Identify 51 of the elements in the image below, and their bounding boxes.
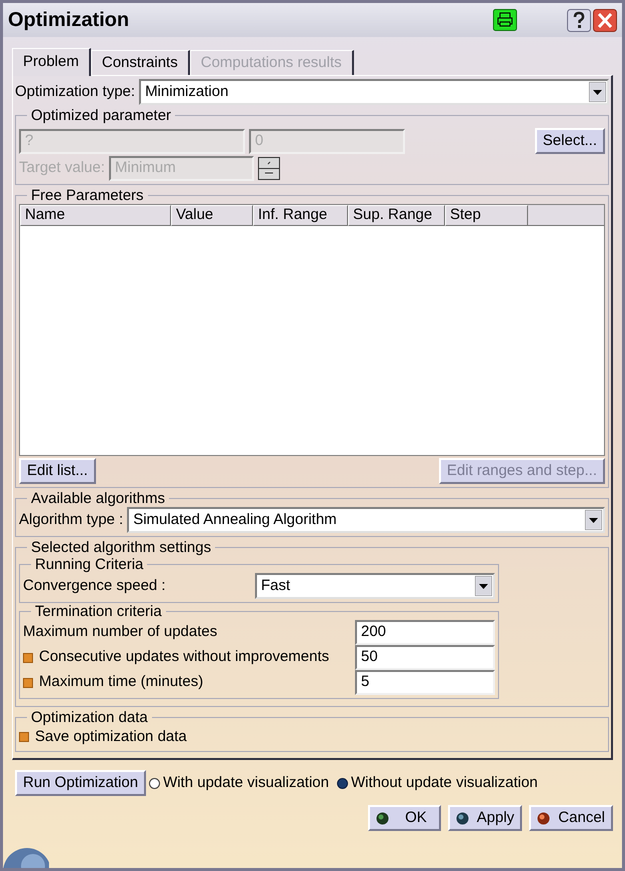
column-header[interactable]: Value — [171, 205, 253, 226]
column-header[interactable]: Sup. Range — [348, 205, 445, 226]
group-title: Available algorithms — [30, 490, 166, 507]
field-label: Convergence speed : — [23, 576, 167, 596]
dropdown-arrow-icon[interactable] — [589, 82, 606, 102]
printer-icon[interactable] — [493, 9, 517, 31]
tab[interactable]: Constraints — [90, 50, 190, 75]
option-label: Save optimization data — [35, 726, 187, 747]
criterion-field[interactable]: 5 — [355, 670, 495, 695]
field-label: Algorithm type : — [19, 510, 124, 530]
column-header[interactable]: Name — [20, 205, 171, 226]
checkbox[interactable] — [19, 732, 29, 742]
group-title: Optimized parameter — [30, 107, 172, 124]
ball-icon — [537, 812, 550, 824]
group-title: Termination criteria — [34, 603, 163, 620]
checkbox[interactable] — [23, 678, 33, 688]
group-title: Running Criteria — [34, 556, 144, 573]
close-icon[interactable] — [593, 8, 617, 32]
radio-label[interactable]: Without update visualization — [351, 772, 538, 794]
help-icon[interactable] — [567, 8, 591, 32]
spinner-icon[interactable] — [258, 157, 280, 180]
convergence-speed-dropdown[interactable]: Fast — [255, 573, 495, 599]
ball-icon — [376, 812, 389, 824]
ball-icon — [456, 812, 469, 824]
group-title: Selected algorithm settings — [30, 539, 212, 556]
column-header[interactable]: Step — [445, 205, 528, 226]
dialog-button[interactable]: Apply — [448, 805, 522, 831]
criterion-field[interactable]: 200 — [355, 620, 495, 645]
field-label: Target value: — [19, 158, 105, 178]
criterion-label: Maximum time (minutes) — [39, 672, 204, 692]
tab[interactable]: Problem — [12, 48, 91, 76]
edit-list-button[interactable]: Edit list... — [19, 458, 96, 484]
radio-button[interactable] — [337, 778, 348, 788]
field-label: Optimization type: — [15, 82, 136, 102]
criterion-label: Maximum number of updates — [23, 622, 218, 642]
dropdown-arrow-icon[interactable] — [585, 510, 602, 530]
dialog-button[interactable]: Cancel — [529, 805, 613, 831]
window-title: Optimization — [8, 8, 130, 33]
algorithm-type-dropdown[interactable]: Simulated Annealing Algorithm — [127, 507, 605, 533]
run-optimization-button[interactable]: Run Optimization — [15, 770, 146, 796]
radio-button[interactable] — [149, 778, 160, 788]
dropdown-arrow-icon[interactable] — [475, 576, 492, 596]
criterion-field[interactable]: 50 — [355, 645, 495, 670]
criterion-label: Consecutive updates without improvements — [39, 647, 330, 668]
group-title: Optimization data — [30, 709, 149, 726]
group-title: Free Parameters — [30, 187, 145, 204]
checkbox[interactable] — [23, 652, 33, 662]
dialog-button[interactable]: OK — [368, 805, 441, 831]
radio-label[interactable]: With update visualization — [163, 772, 329, 794]
column-header[interactable]: Inf. Range — [253, 205, 348, 226]
optimization-type-dropdown[interactable]: Minimization — [139, 79, 609, 105]
